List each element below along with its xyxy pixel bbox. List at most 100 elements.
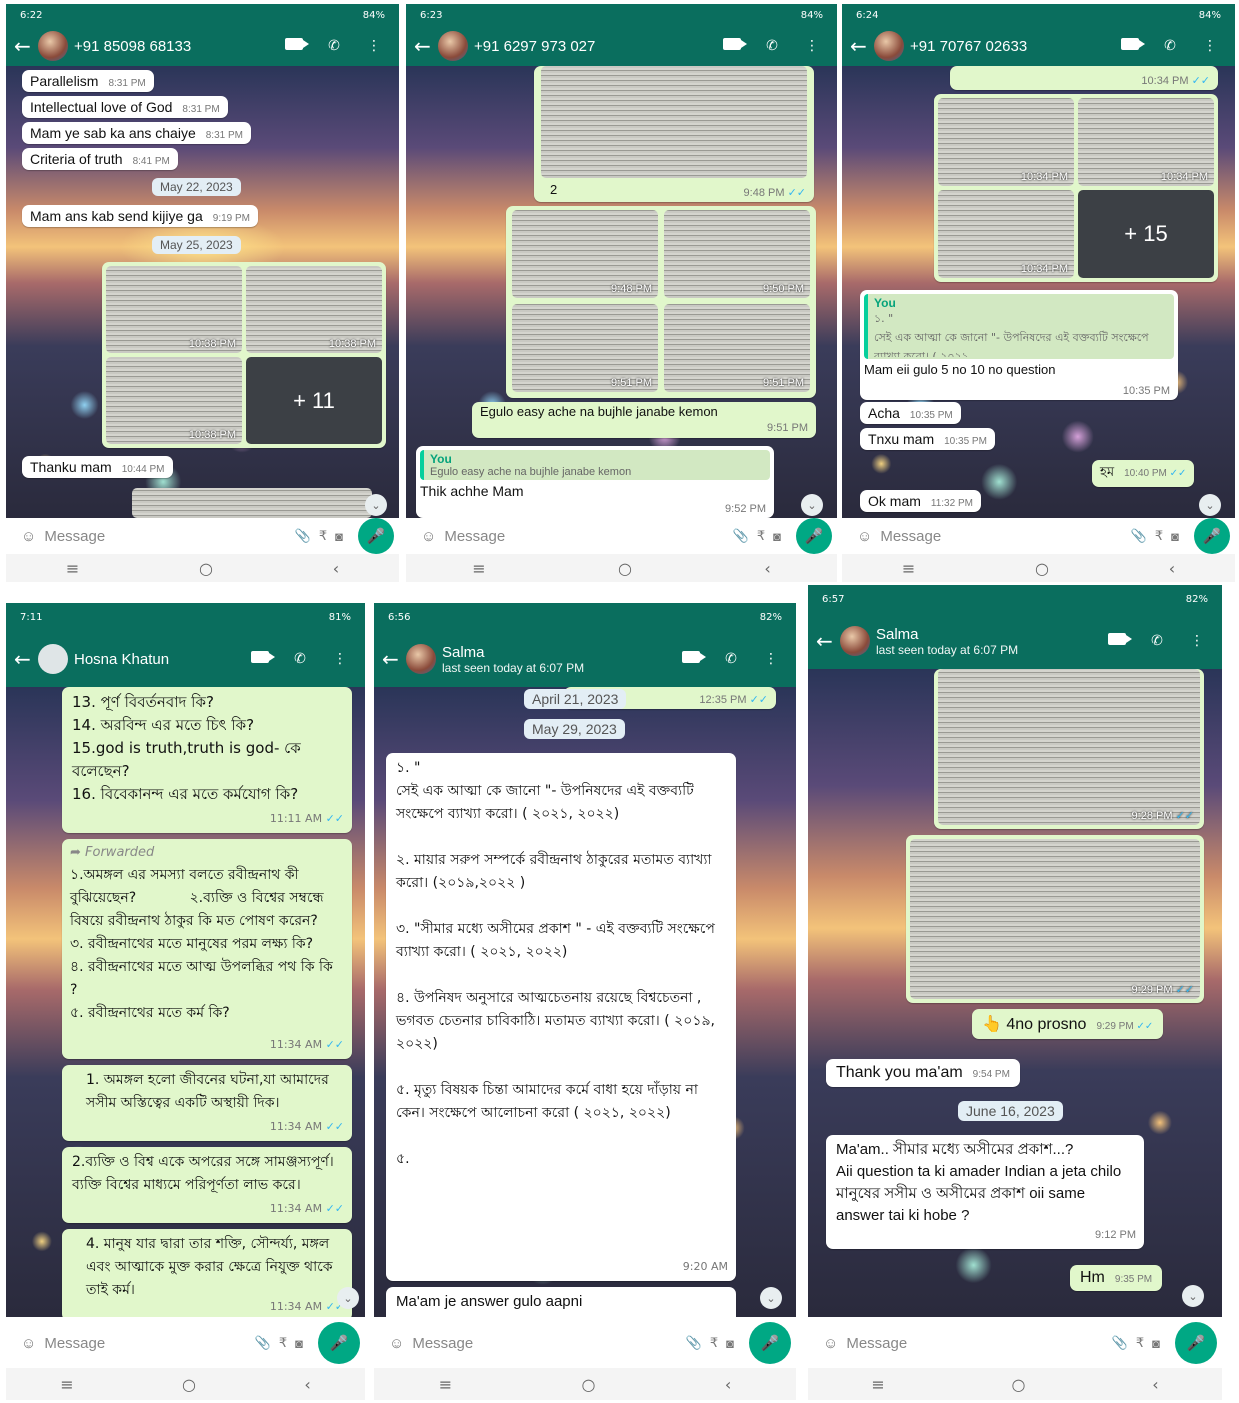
phone-call-icon[interactable]: ✆ — [1153, 38, 1187, 54]
recents-icon[interactable]: ≡ — [871, 1375, 884, 1394]
back-arrow-icon[interactable]: ← — [14, 34, 32, 58]
message-bubble[interactable]: Hm 9:35 PM — [1070, 1265, 1163, 1291]
back-icon[interactable]: ‹ — [1169, 559, 1175, 578]
message-bubble[interactable]: Ma'am.. সীমার মধ্যে অসীমের প্রকাশ...? Ai… — [826, 1135, 1144, 1249]
message-bubble[interactable]: 4. মানুষ যার দ্বারা তার শক্তি, সৌন্দর্য্… — [62, 1229, 352, 1317]
recents-icon[interactable]: ≡ — [472, 559, 485, 578]
message-bubble[interactable]: ১. " সেই এক আত্মা কে জানো "- উপনিষদের এই… — [386, 753, 736, 1281]
message-bubble[interactable]: 1. অমঙ্গল হলো জীবনের ঘটনা,যা আমাদের সসীম… — [62, 1065, 352, 1141]
message-bubble[interactable]: Tnxu mam 10:35 PM — [860, 428, 995, 450]
video-call-icon[interactable] — [674, 651, 708, 667]
contact-name[interactable]: +91 6297 973 027 — [474, 38, 709, 55]
back-icon[interactable]: ‹ — [1152, 1375, 1158, 1394]
image-message[interactable]: 9:29 PM ✓✓ — [906, 835, 1204, 1003]
message-bubble[interactable]: Ma'am je answer gulo aapni — [386, 1287, 736, 1317]
phone-call-icon[interactable]: ✆ — [1140, 633, 1174, 649]
camera-icon[interactable]: ◙ — [335, 529, 343, 544]
emoji-icon[interactable]: ☺ — [21, 1335, 36, 1352]
message-input[interactable]: ☺ Message 📎 ₹ ◙ — [411, 520, 791, 552]
reply-message[interactable]: You ১. " সেই এক আত্মা কে জানো "- উপনিষদের … — [860, 290, 1178, 400]
image-album[interactable]: 10:38 PM 10:38 PM 10:38 PM + 11 — [102, 262, 386, 448]
emoji-icon[interactable]: ☺ — [823, 1335, 838, 1352]
reply-message[interactable]: You Egulo easy ache na bujhle janabe kemo… — [416, 446, 774, 518]
message-bubble[interactable]: Thank you ma'am 9:54 PM — [826, 1059, 1020, 1087]
home-icon[interactable]: ○ — [199, 559, 213, 578]
message-bubble[interactable]: Thanku mam 10:44 PM — [22, 456, 173, 478]
home-icon[interactable]: ○ — [618, 559, 632, 578]
payment-icon[interactable]: ₹ — [757, 528, 765, 544]
image-message[interactable]: 2 9:48 PM ✓✓ — [534, 66, 814, 202]
mic-icon[interactable]: 🎤 — [318, 1322, 360, 1364]
contact-name[interactable]: Hosna Khatun — [74, 651, 237, 668]
scroll-down-icon[interactable]: ⌄ — [1199, 494, 1221, 516]
scroll-down-icon[interactable]: ⌄ — [1182, 1285, 1204, 1307]
photo-thumbnail[interactable]: 10:38 PM — [246, 266, 382, 353]
emoji-icon[interactable]: ☺ — [389, 1335, 404, 1352]
menu-icon[interactable]: ⋮ — [323, 651, 357, 667]
photo-thumbnail[interactable]: 9:51 PM — [512, 304, 658, 392]
back-arrow-icon[interactable]: ← — [414, 34, 432, 58]
message-input[interactable]: ☺ Message 📎 ₹ ◙ — [813, 1324, 1170, 1362]
message-input[interactable]: ☺ Message 📎 ₹ ◙ — [11, 1324, 313, 1362]
photo-thumbnail[interactable]: 9:51 PM — [664, 304, 810, 392]
menu-icon[interactable]: ⋮ — [795, 38, 829, 54]
photo-thumbnail[interactable]: 9:50 PM — [664, 210, 810, 298]
photo-thumbnail[interactable]: 9:29 PM ✓✓ — [910, 839, 1200, 999]
scroll-down-icon[interactable]: ⌄ — [760, 1287, 782, 1309]
phone-call-icon[interactable]: ✆ — [283, 651, 317, 667]
more-photos-count[interactable]: + 11 — [246, 357, 382, 444]
quoted-message[interactable]: You ১. " সেই এক আত্মা কে জানো "- উপনিষদের … — [864, 294, 1174, 359]
recents-icon[interactable]: ≡ — [439, 1375, 452, 1394]
camera-icon[interactable]: ◙ — [773, 529, 781, 544]
video-call-icon[interactable] — [1100, 633, 1134, 649]
message-input[interactable]: ☺ Message 📎 ₹ ◙ — [11, 520, 353, 552]
photo-thumbnail[interactable]: 10:38 PM — [106, 357, 242, 444]
video-call-icon[interactable] — [1113, 38, 1147, 54]
avatar[interactable] — [874, 31, 904, 61]
attach-icon[interactable]: 📎 — [255, 1335, 271, 1351]
video-call-icon[interactable] — [277, 38, 311, 54]
phone-call-icon[interactable]: ✆ — [755, 38, 789, 54]
menu-icon[interactable]: ⋮ — [1193, 38, 1227, 54]
attach-icon[interactable]: 📎 — [686, 1335, 702, 1351]
scroll-down-icon[interactable]: ⌄ — [365, 494, 387, 516]
forwarded-message[interactable]: ➦ Forwarded ১.অমঙ্গল এর সমস্যা বলতে রবীন… — [62, 839, 352, 1059]
menu-icon[interactable]: ⋮ — [754, 651, 788, 667]
message-input[interactable]: ☺ Message 📎 ₹ ◙ — [379, 1324, 744, 1362]
camera-icon[interactable]: ◙ — [726, 1336, 734, 1351]
image-album[interactable]: 9:48 PM 9:50 PM 9:51 PM 9:51 PM — [506, 206, 816, 398]
message-input[interactable]: ☺ Message 📎 ₹ ◙ — [847, 520, 1189, 552]
video-call-icon[interactable] — [243, 651, 277, 667]
photo-thumbnail[interactable]: 10:34 PM — [938, 190, 1074, 278]
message-bubble[interactable]: 👆 4no prosno 9:29 PM ✓✓ — [972, 1009, 1164, 1039]
scroll-down-icon[interactable]: ⌄ — [801, 494, 823, 516]
photo-thumbnail[interactable]: 10:34 PM — [1078, 98, 1214, 186]
photo-thumbnail[interactable] — [541, 66, 807, 178]
video-call-icon[interactable] — [715, 38, 749, 54]
contact-name[interactable]: Salma last seen today at 6:07 PM — [876, 626, 1094, 657]
recents-icon[interactable]: ≡ — [66, 559, 79, 578]
mic-icon[interactable]: 🎤 — [1194, 518, 1230, 554]
image-message[interactable]: 9:28 PM ✓✓ — [934, 669, 1204, 829]
quoted-message[interactable]: You Egulo easy ache na bujhle janabe kemo… — [420, 450, 770, 480]
attach-icon[interactable]: 📎 — [733, 528, 749, 544]
message-bubble[interactable]: Ok mam 11:32 PM — [860, 490, 981, 512]
scroll-down-icon[interactable]: ⌄ — [337, 1287, 359, 1309]
message-bubble[interactable]: 13. পূর্ণ বিবর্তনবাদ কি? 14. অরবিন্দ এর … — [62, 687, 352, 833]
message-bubble[interactable]: Intellectual love of God 8:31 PM — [22, 96, 228, 118]
contact-name[interactable]: Salma last seen today at 6:07 PM — [442, 644, 668, 675]
avatar[interactable] — [840, 626, 870, 656]
back-arrow-icon[interactable]: ← — [382, 647, 400, 671]
back-icon[interactable]: ‹ — [725, 1375, 731, 1394]
message-bubble[interactable]: Parallelism 8:31 PM — [22, 70, 154, 92]
mic-icon[interactable]: 🎤 — [749, 1322, 791, 1364]
recents-icon[interactable]: ≡ — [902, 559, 915, 578]
phone-call-icon[interactable]: ✆ — [714, 651, 748, 667]
message-bubble[interactable]: Mam ans kab send kijiye ga 9:19 PM — [22, 205, 259, 227]
home-icon[interactable]: ○ — [1035, 559, 1049, 578]
message-bubble[interactable]: Criteria of truth 8:41 PM — [22, 148, 178, 170]
phone-call-icon[interactable]: ✆ — [317, 38, 351, 54]
attach-icon[interactable]: 📎 — [1131, 528, 1147, 544]
mic-icon[interactable]: 🎤 — [796, 518, 832, 554]
avatar[interactable] — [406, 644, 436, 674]
